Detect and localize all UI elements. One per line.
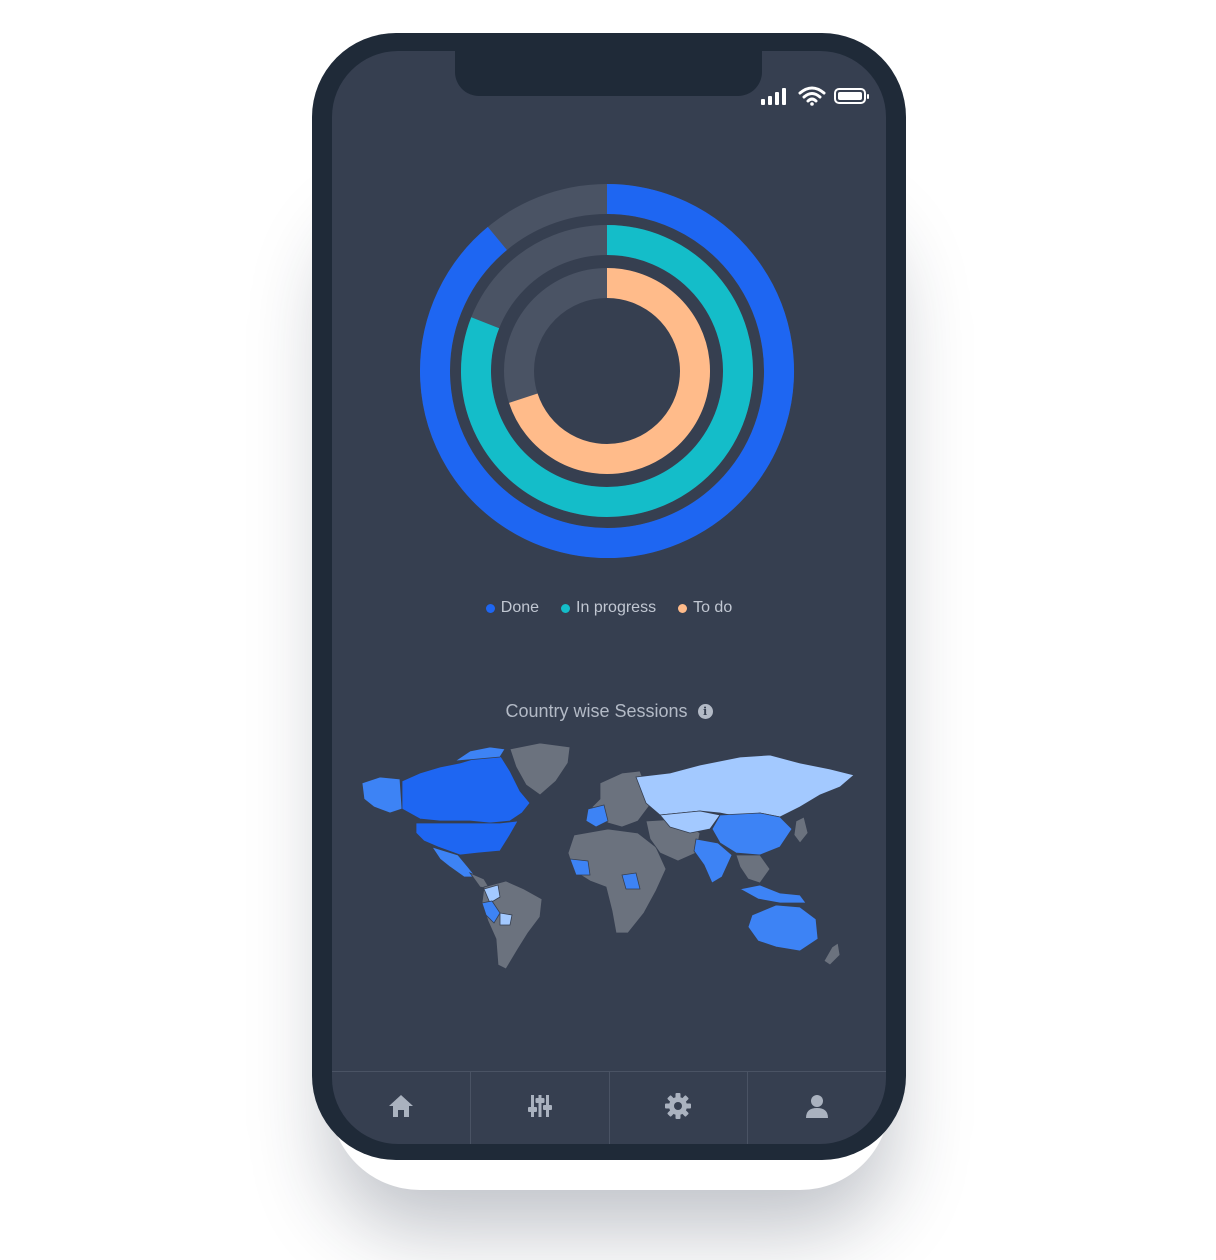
map-region-russia[interactable]	[635, 754, 855, 818]
map-region-japan[interactable]	[793, 816, 809, 844]
map-title-text: Country wise Sessions	[505, 701, 688, 721]
wifi-icon	[798, 86, 826, 106]
info-icon[interactable]: i	[697, 704, 713, 719]
legend-label-done: Done	[500, 599, 540, 616]
signal-bars-icon	[760, 86, 790, 106]
legend-label-to-do: To do	[693, 599, 733, 616]
tab-home[interactable]	[332, 1072, 471, 1144]
map-region-usa[interactable]	[415, 820, 519, 856]
map-region-greenland[interactable]	[509, 743, 571, 796]
legend-item-to-do: To do	[678, 599, 732, 617]
status-bar	[760, 86, 870, 106]
tab-profile[interactable]	[748, 1072, 886, 1144]
map-region-africa[interactable]	[567, 828, 667, 934]
map-region-southeast-asia[interactable]	[735, 854, 771, 884]
phone-frame: Done In progress To do Country wise Sess…	[312, 33, 906, 1160]
map-region-australia[interactable]	[747, 904, 819, 952]
notch	[455, 51, 762, 96]
world-map	[361, 743, 855, 970]
map-region-indonesia[interactable]	[738, 884, 807, 904]
map-region-bolivia[interactable]	[499, 912, 513, 926]
map-region-western-europe[interactable]	[585, 804, 609, 828]
legend-dot-done	[485, 603, 495, 613]
legend-label-in-progress: In progress	[576, 599, 657, 616]
legend-dot-in-progress	[561, 603, 571, 613]
tab-settings[interactable]	[610, 1072, 749, 1144]
map-title: Country wise Sessions i	[332, 701, 886, 722]
map-region-alaska[interactable]	[361, 776, 403, 814]
map-region-new-zealand[interactable]	[823, 942, 841, 966]
tab-sliders[interactable]	[471, 1072, 610, 1144]
gear-icon	[664, 1092, 692, 1125]
tab-bar	[332, 1071, 886, 1144]
screen: Done In progress To do Country wise Sess…	[332, 51, 886, 1144]
radial-progress-chart	[420, 184, 794, 558]
legend-dot-to-do	[678, 603, 688, 613]
sliders-icon	[526, 1093, 554, 1124]
chart-legend: Done In progress To do	[332, 599, 886, 617]
user-icon	[804, 1093, 830, 1124]
map-region-canada[interactable]	[401, 754, 531, 824]
map-region-west-africa[interactable]	[569, 858, 591, 876]
home-icon	[387, 1093, 415, 1124]
legend-item-in-progress: In progress	[561, 599, 656, 617]
battery-icon	[834, 86, 870, 106]
legend-item-done: Done	[485, 599, 540, 617]
